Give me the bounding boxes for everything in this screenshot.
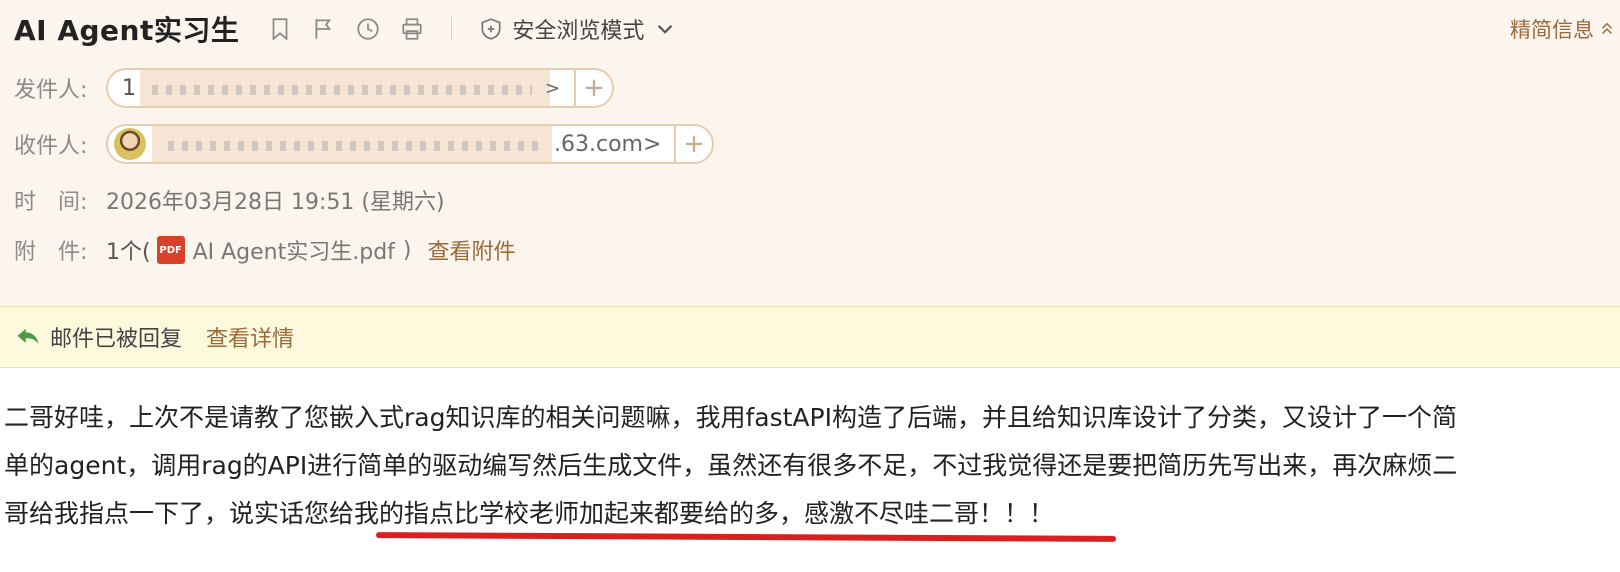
reply-notice-bar: 邮件已被回复 查看详情 <box>0 306 1620 368</box>
recipient-suffix: .63.com> <box>554 131 662 157</box>
bookmark-icon[interactable] <box>265 14 295 44</box>
toolbar: 安全浏览模式 <box>265 13 678 45</box>
attachment-row: 附 件: 1个( PDF AI Agent实习生.pdf ) 查看附件 <box>14 234 516 266</box>
flag-icon[interactable] <box>309 14 339 44</box>
sender-redaction-pattern <box>152 85 532 95</box>
attachment-close-paren: ) <box>402 237 412 263</box>
shield-icon <box>481 18 501 40</box>
sender-suffix: > <box>544 77 560 99</box>
sender-label: 发件人: <box>14 78 88 103</box>
clock-icon[interactable] <box>353 14 383 44</box>
mail-body: 二哥好哇，上次不是请教了您嵌入式rag知识库的相关问题嘛，我用fastAPI构造… <box>4 394 1616 538</box>
recipient-redaction-pattern <box>168 141 538 151</box>
time-value: 2026年03月28日 19:51 (星期六) <box>106 190 445 215</box>
view-details-link[interactable]: 查看详情 <box>206 321 294 353</box>
print-icon[interactable] <box>397 14 427 44</box>
chevron-down-icon <box>658 24 673 34</box>
mail-header: AI Agent实习生 安全浏览模式 精简信息 发件人: 1 > + 收件人: … <box>0 0 1620 306</box>
simplify-toggle[interactable]: 精简信息 <box>1510 14 1616 44</box>
body-line: 哥给我指点一下了，说实话您给我的指点比学校老师加起来都要给的多，感激不尽哇二哥！… <box>4 499 1055 528</box>
safe-mode-dropdown[interactable]: 安全浏览模式 <box>478 13 678 45</box>
recipient-pill[interactable]: .63.com> + <box>106 124 714 164</box>
mail-subject: AI Agent实习生 <box>14 14 240 47</box>
reply-icon <box>17 328 39 344</box>
pdf-icon: PDF <box>156 236 185 264</box>
simplify-label: 精简信息 <box>1510 18 1594 42</box>
safe-mode-label: 安全浏览模式 <box>512 19 645 44</box>
add-recipient-button[interactable]: + <box>674 126 712 162</box>
body-line: 单的agent，调用rag的API进行简单的驱动编写然后生成文件，虽然还有很多不… <box>4 451 1458 480</box>
attachment-label: 附 件: <box>14 240 88 265</box>
sender-row: 发件人: 1 > + <box>14 68 614 108</box>
chevron-up-icon <box>1601 22 1613 35</box>
avatar <box>114 128 146 160</box>
view-attachment-link[interactable]: 查看附件 <box>428 234 516 266</box>
title-row: AI Agent实习生 安全浏览模式 <box>14 6 678 52</box>
add-sender-button[interactable]: + <box>574 70 612 106</box>
time-label: 时 间: <box>14 190 88 215</box>
body-line: 二哥好哇，上次不是请教了您嵌入式rag知识库的相关问题嘛，我用fastAPI构造… <box>4 403 1457 432</box>
toolbar-divider <box>451 17 453 41</box>
sender-pill[interactable]: 1 > + <box>106 68 614 108</box>
time-row: 时 间: 2026年03月28日 19:51 (星期六) <box>14 184 445 216</box>
recipient-row: 收件人: .63.com> + <box>14 124 714 164</box>
attachment-count: 1个( <box>106 240 151 265</box>
attachment-filename[interactable]: AI Agent实习生.pdf <box>193 234 395 266</box>
reply-notice-text: 邮件已被回复 <box>50 327 183 352</box>
recipient-label: 收件人: <box>14 134 88 159</box>
